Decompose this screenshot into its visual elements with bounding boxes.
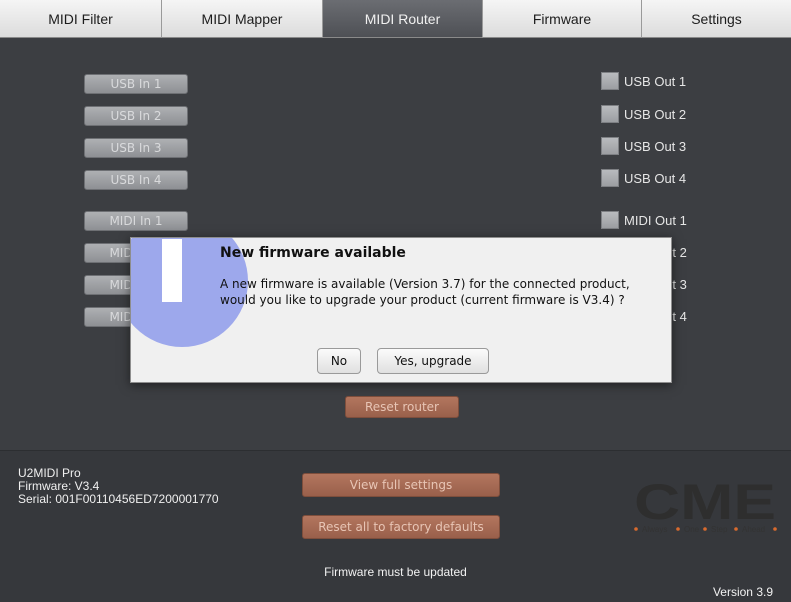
firmware-update-dialog: New firmware available A new firmware is…	[130, 237, 672, 383]
status-message: Firmware must be updated	[324, 565, 467, 579]
info-icon-stem	[162, 239, 182, 302]
output-usb-out-1[interactable]: USB Out 1	[601, 71, 686, 91]
logo-brand: CME	[634, 474, 776, 530]
output-label: USB Out 1	[624, 73, 687, 89]
logo-tagline-ahead: Ahead	[742, 525, 765, 534]
yes-upgrade-button[interactable]: Yes, upgrade	[377, 348, 489, 374]
tab-midi-filter[interactable]: MIDI Filter	[0, 0, 162, 38]
device-info: U2MIDI Pro Firmware: V3.4 Serial: 001F00…	[18, 467, 219, 506]
reset-factory-defaults-button[interactable]: Reset all to factory defaults	[302, 515, 500, 539]
dialog-title: New firmware available	[220, 245, 406, 261]
output-midi-out-1[interactable]: MIDI Out 1	[601, 210, 687, 230]
version-label: Version 3.9	[712, 585, 773, 599]
dialog-message-line-2: would you like to upgrade your product (…	[220, 293, 625, 307]
input-midi-in-1[interactable]: MIDI In 1	[84, 211, 188, 231]
tab-bar: MIDI Filter MIDI Mapper MIDI Router Firm…	[0, 0, 791, 38]
output-usb-out-2[interactable]: USB Out 2	[601, 104, 686, 124]
dialog-message-line-1: A new firmware is available (Version 3.7…	[220, 277, 630, 291]
input-usb-in-3[interactable]: USB In 3	[84, 138, 188, 158]
cme-logo: CME Always One Step Ahead	[634, 474, 777, 534]
logo-tagline-always: Always	[642, 525, 667, 534]
output-label: USB Out 2	[624, 106, 687, 122]
output-checkbox[interactable]	[601, 137, 619, 155]
logo-tagline-step: Step	[711, 525, 728, 534]
output-label: USB Out 3	[624, 138, 687, 154]
dialog-message: A new firmware is available (Version 3.7…	[220, 276, 630, 308]
input-usb-in-2[interactable]: USB In 2	[84, 106, 188, 126]
tab-firmware[interactable]: Firmware	[483, 0, 642, 38]
device-serial: Serial: 001F00110456ED7200001770	[18, 492, 219, 506]
output-usb-out-3[interactable]: USB Out 3	[601, 136, 686, 156]
output-label: MIDI Out 1	[624, 212, 687, 228]
output-usb-out-4[interactable]: USB Out 4	[601, 168, 686, 188]
output-checkbox[interactable]	[601, 105, 619, 123]
output-checkbox[interactable]	[601, 211, 619, 229]
output-checkbox[interactable]	[601, 169, 619, 187]
output-label: USB Out 4	[624, 170, 687, 186]
logo-tagline-one: One	[684, 525, 700, 534]
no-button[interactable]: No	[317, 348, 361, 374]
output-checkbox[interactable]	[601, 72, 619, 90]
tab-midi-mapper[interactable]: MIDI Mapper	[162, 0, 323, 38]
tab-settings[interactable]: Settings	[642, 0, 791, 38]
reset-router-button[interactable]: Reset router	[345, 396, 459, 418]
tab-midi-router[interactable]: MIDI Router	[323, 0, 483, 38]
view-full-settings-button[interactable]: View full settings	[302, 473, 500, 497]
input-usb-in-4[interactable]: USB In 4	[84, 170, 188, 190]
input-usb-in-1[interactable]: USB In 1	[84, 74, 188, 94]
